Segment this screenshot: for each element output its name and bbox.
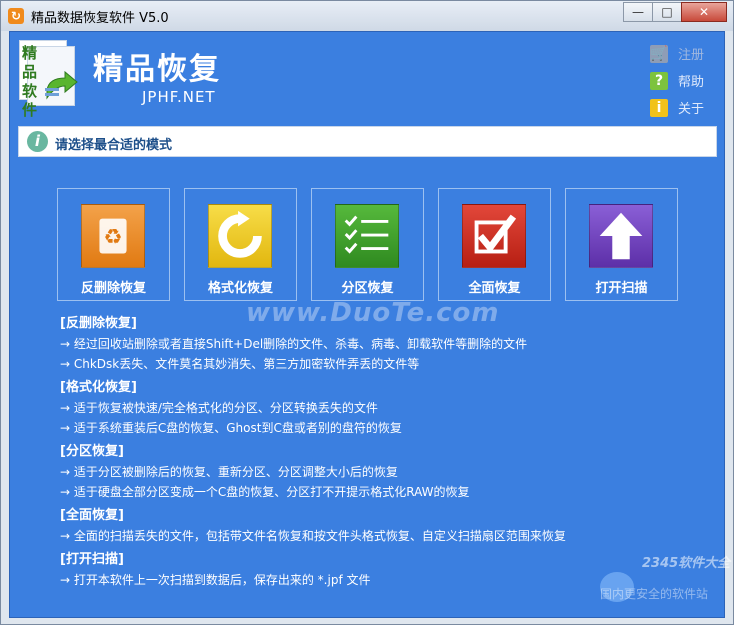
window-controls: — □ ✕ bbox=[623, 2, 727, 22]
section-title: [全面恢复] bbox=[60, 508, 124, 523]
mode-descriptions: [反删除恢复] → 经过回收站删除或者直接Shift+Del删除的文件、杀毒、病… bbox=[60, 314, 660, 594]
section-title: [分区恢复] bbox=[60, 444, 124, 459]
description-full: [全面恢复] → 全面的扫描丢失的文件，包括带文件名恢复和按文件头格式恢复、自定… bbox=[60, 506, 660, 546]
register-link[interactable]: 🛒 注册 bbox=[650, 40, 704, 67]
description-open-scan: [打开扫描] → 打开本软件上一次扫描到数据后，保存出来的 *.jpf 文件 bbox=[60, 550, 660, 590]
section-line: → ChkDsk丢失、文件莫名其妙消失、第三方加密软件弄丢的文件等 bbox=[60, 357, 420, 371]
tile-label: 反删除恢复 bbox=[80, 281, 146, 296]
corner-watermark: 2345软件大全 国内更安全的软件站 bbox=[600, 552, 734, 602]
tile-label: 打开扫描 bbox=[595, 281, 648, 296]
tile-label: 格式化恢复 bbox=[207, 281, 273, 296]
partition-recovery-button[interactable]: 分区恢复 bbox=[311, 188, 424, 301]
tile-label: 全面恢复 bbox=[468, 281, 521, 296]
cart-icon: 🛒 bbox=[650, 44, 668, 63]
section-title: [反删除恢复] bbox=[60, 316, 137, 331]
description-format: [格式化恢复] → 适于恢复被快速/完全格式化的分区、分区转换丢失的文件 → 适… bbox=[60, 378, 660, 438]
side-links: 🛒 注册 ? 帮助 i 关于 bbox=[650, 40, 704, 121]
section-line: → 适于分区被删除后的恢复、重新分区、分区调整大小后的恢复 bbox=[60, 465, 398, 479]
app-window: ↻ 精品数据恢复软件 V5.0 — □ ✕ 精品软件 精品恢复 JPHF.NET… bbox=[0, 0, 734, 625]
logo-text: 精品软件 bbox=[22, 44, 38, 119]
help-label: 帮助 bbox=[678, 75, 705, 90]
section-title: [格式化恢复] bbox=[60, 380, 137, 395]
section-line: → 适于恢复被快速/完全格式化的分区、分区转换丢失的文件 bbox=[60, 401, 378, 415]
brand-subtitle: JPHF.NET bbox=[142, 88, 216, 106]
check-icon bbox=[462, 204, 526, 268]
hint-text: 请选择最合适的模式 bbox=[55, 138, 173, 153]
description-undelete: [反删除恢复] → 经过回收站删除或者直接Shift+Del删除的文件、杀毒、病… bbox=[60, 314, 660, 374]
watermark-slogan: 国内更安全的软件站 bbox=[600, 587, 709, 601]
section-title: [打开扫描] bbox=[60, 552, 124, 567]
open-scan-button[interactable]: 打开扫描 bbox=[565, 188, 678, 301]
svg-text:♻: ♻ bbox=[103, 225, 122, 250]
close-button[interactable]: ✕ bbox=[681, 2, 727, 22]
description-partition: [分区恢复] → 适于分区被删除后的恢复、重新分区、分区调整大小后的恢复 → 适… bbox=[60, 442, 660, 502]
app-logo: 精品软件 bbox=[19, 40, 81, 119]
about-link[interactable]: i 关于 bbox=[650, 94, 704, 121]
main-panel: 精品软件 精品恢复 JPHF.NET 🛒 注册 ? 帮助 i 关于 i 请选择最… bbox=[9, 31, 730, 618]
minimize-button[interactable]: — bbox=[623, 2, 653, 22]
section-line: → 适于系统重装后C盘的恢复、Ghost到C盘或者别的盘符的恢复 bbox=[60, 421, 402, 435]
refresh-icon bbox=[208, 204, 272, 268]
up-arrow-icon bbox=[589, 204, 653, 268]
section-line: → 适于硬盘全部分区变成一个C盘的恢复、分区打不开提示格式化RAW的恢复 bbox=[60, 485, 470, 499]
register-label: 注册 bbox=[678, 48, 705, 63]
maximize-button[interactable]: □ bbox=[652, 2, 682, 22]
checklist-icon bbox=[335, 204, 399, 268]
brand-title: 精品恢复 bbox=[93, 52, 221, 87]
logo-arrow-icon bbox=[45, 70, 78, 100]
full-recovery-button[interactable]: 全面恢复 bbox=[438, 188, 551, 301]
about-label: 关于 bbox=[678, 102, 705, 117]
undelete-recovery-button[interactable]: ♻ 反删除恢复 bbox=[57, 188, 170, 301]
info-icon: i bbox=[650, 98, 668, 117]
watermark-2345: 2345软件大全 bbox=[642, 556, 731, 571]
app-icon: ↻ bbox=[8, 8, 24, 24]
title-bar[interactable]: ↻ 精品数据恢复软件 V5.0 — □ ✕ bbox=[1, 1, 733, 31]
section-line: → 打开本软件上一次扫描到数据后，保存出来的 *.jpf 文件 bbox=[60, 573, 371, 587]
window-title: 精品数据恢复软件 V5.0 bbox=[31, 11, 169, 26]
help-icon: ? bbox=[650, 71, 668, 90]
hint-bar: i 请选择最合适的模式 bbox=[18, 126, 717, 157]
format-recovery-button[interactable]: 格式化恢复 bbox=[184, 188, 297, 301]
recycle-icon: ♻ bbox=[81, 204, 145, 268]
section-line: → 经过回收站删除或者直接Shift+Del删除的文件、杀毒、病毒、卸载软件等删… bbox=[60, 337, 528, 351]
info-icon: i bbox=[27, 131, 48, 152]
section-line: → 全面的扫描丢失的文件，包括带文件名恢复和按文件头格式恢复、自定义扫描扇区范围… bbox=[60, 529, 566, 543]
help-link[interactable]: ? 帮助 bbox=[650, 67, 704, 94]
tile-label: 分区恢复 bbox=[341, 281, 394, 296]
